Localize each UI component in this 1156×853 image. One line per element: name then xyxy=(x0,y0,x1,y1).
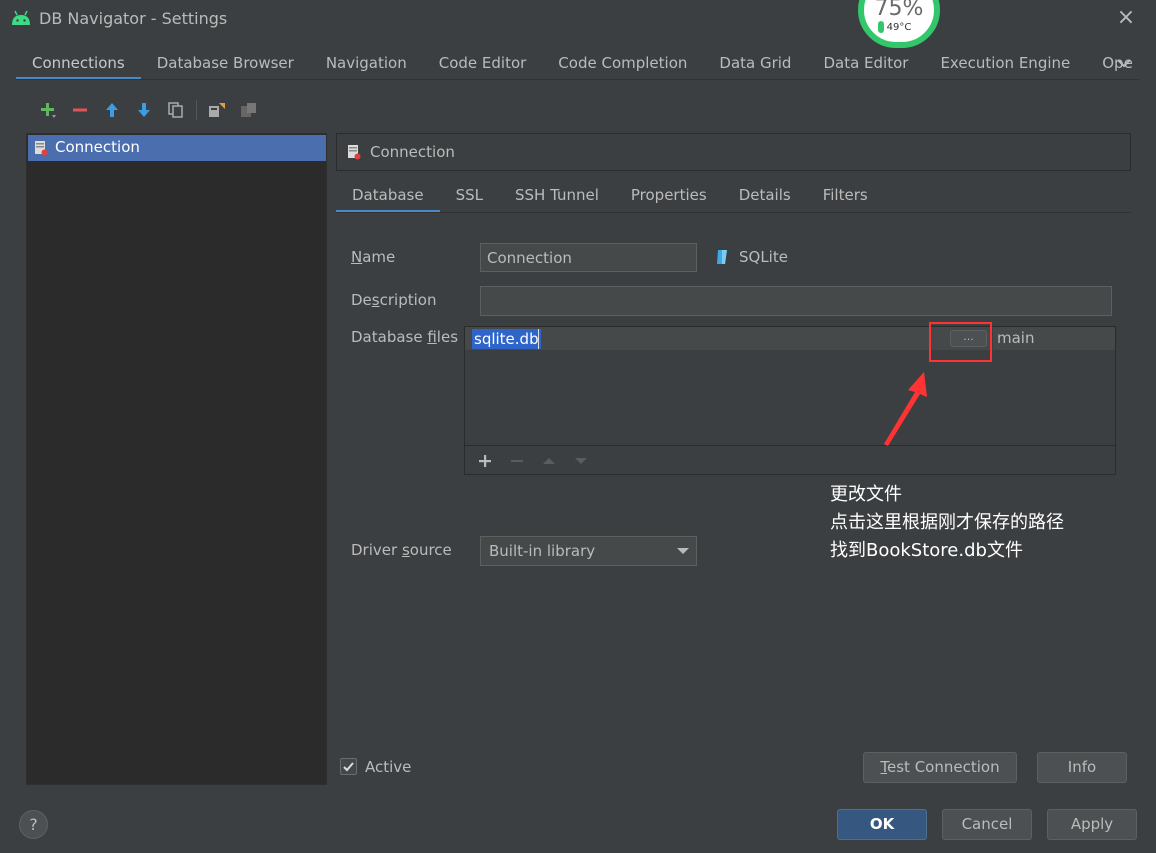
monitor-percent: 75% xyxy=(874,0,924,21)
tab-execution-engine[interactable]: Execution Engine xyxy=(924,48,1086,80)
active-label: Active xyxy=(365,758,412,776)
annotation-line: 更改文件 xyxy=(830,484,902,505)
move-file-up-icon[interactable] xyxy=(533,448,565,474)
tabs-divider xyxy=(16,79,1140,80)
tab-properties[interactable]: Properties xyxy=(615,180,723,213)
text-cursor xyxy=(538,329,539,349)
annotation-text: 更改文件 点击这里根据刚才保存的路径 找到BookStore.db文件 xyxy=(830,481,1064,565)
apply-button[interactable]: Apply xyxy=(1047,809,1137,840)
window-title: DB Navigator - Settings xyxy=(39,9,228,28)
close-icon[interactable]: × xyxy=(1114,6,1138,30)
database-type-label: SQLite xyxy=(739,248,788,266)
move-file-down-icon[interactable] xyxy=(565,448,597,474)
cancel-button[interactable]: Cancel xyxy=(942,809,1032,840)
subtabs-divider xyxy=(336,212,1131,213)
title-bar: DB Navigator - Settings × xyxy=(0,0,1156,38)
android-icon xyxy=(12,10,30,25)
move-down-icon[interactable] xyxy=(128,96,160,124)
import-icon[interactable] xyxy=(233,96,265,124)
table-row[interactable]: sqlite.db ... main xyxy=(465,327,1115,350)
tab-code-editor[interactable]: Code Editor xyxy=(423,48,543,80)
annotation-highlight-box xyxy=(929,322,992,362)
tab-details[interactable]: Details xyxy=(723,180,807,213)
database-file-schema[interactable]: main xyxy=(997,329,1034,347)
add-file-icon[interactable] xyxy=(469,448,501,474)
check-icon xyxy=(343,762,354,772)
connections-list: Connection xyxy=(26,133,327,785)
database-connection-icon xyxy=(35,141,48,156)
driver-source-value: Built-in library xyxy=(489,542,596,560)
annotation-line: 找到BookStore.db文件 xyxy=(830,540,1023,561)
remove-file-icon[interactable] xyxy=(501,448,533,474)
annotation-arrow-icon xyxy=(884,372,927,446)
annotation-line: 点击这里根据刚才保存的路径 xyxy=(830,512,1064,533)
tab-filters[interactable]: Filters xyxy=(807,180,884,213)
description-field[interactable] xyxy=(480,286,1112,316)
move-up-icon[interactable] xyxy=(96,96,128,124)
page-title: Connection xyxy=(370,143,455,161)
help-icon[interactable]: ? xyxy=(19,810,48,839)
column-divider xyxy=(992,327,993,350)
performance-monitor-widget: 75% 49°C xyxy=(858,0,940,48)
tab-data-editor[interactable]: Data Editor xyxy=(807,48,924,80)
description-label: Description xyxy=(351,291,437,309)
toolbar-separator xyxy=(196,100,197,120)
active-checkbox[interactable] xyxy=(340,758,357,775)
name-label: Name xyxy=(351,248,396,266)
list-item[interactable]: Connection xyxy=(28,135,326,161)
connection-detail-tabs: Database SSL SSH Tunnel Properties Detai… xyxy=(336,180,884,213)
tab-navigation[interactable]: Navigation xyxy=(310,48,423,80)
database-files-table: sqlite.db ... main xyxy=(464,326,1116,475)
test-connection-button[interactable]: Test Connection xyxy=(863,752,1017,783)
tab-database-browser[interactable]: Database Browser xyxy=(141,48,310,80)
monitor-temperature: 49°C xyxy=(886,22,912,33)
name-field[interactable] xyxy=(480,243,697,272)
database-files-label: Database files xyxy=(351,328,459,346)
driver-source-select[interactable]: Built-in library xyxy=(480,536,697,566)
database-connection-icon xyxy=(348,145,361,160)
ok-button[interactable]: OK xyxy=(837,809,927,840)
add-icon[interactable] xyxy=(32,96,64,124)
driver-source-label: Driver source xyxy=(351,541,452,559)
chevron-down-icon[interactable] xyxy=(1114,52,1134,74)
tab-database[interactable]: Database xyxy=(336,180,440,213)
settings-tabs: Connections Database Browser Navigation … xyxy=(16,48,1146,80)
tab-ssh-tunnel[interactable]: SSH Tunnel xyxy=(499,180,615,213)
sqlite-icon xyxy=(717,250,727,264)
tab-connections[interactable]: Connections xyxy=(16,48,141,80)
connections-toolbar xyxy=(32,96,265,124)
tab-ssl[interactable]: SSL xyxy=(440,180,499,213)
remove-icon[interactable] xyxy=(64,96,96,124)
dropdown-arrow-icon xyxy=(677,548,689,554)
copy-icon[interactable] xyxy=(160,96,192,124)
connection-header: Connection xyxy=(336,133,1131,171)
connection-label: Connection xyxy=(55,138,140,156)
database-file-path[interactable]: sqlite.db xyxy=(472,329,541,349)
files-toolbar xyxy=(465,445,1115,475)
export-icon[interactable] xyxy=(201,96,233,124)
info-button[interactable]: Info xyxy=(1037,752,1127,783)
tab-data-grid[interactable]: Data Grid xyxy=(703,48,807,80)
tab-code-completion[interactable]: Code Completion xyxy=(542,48,703,80)
